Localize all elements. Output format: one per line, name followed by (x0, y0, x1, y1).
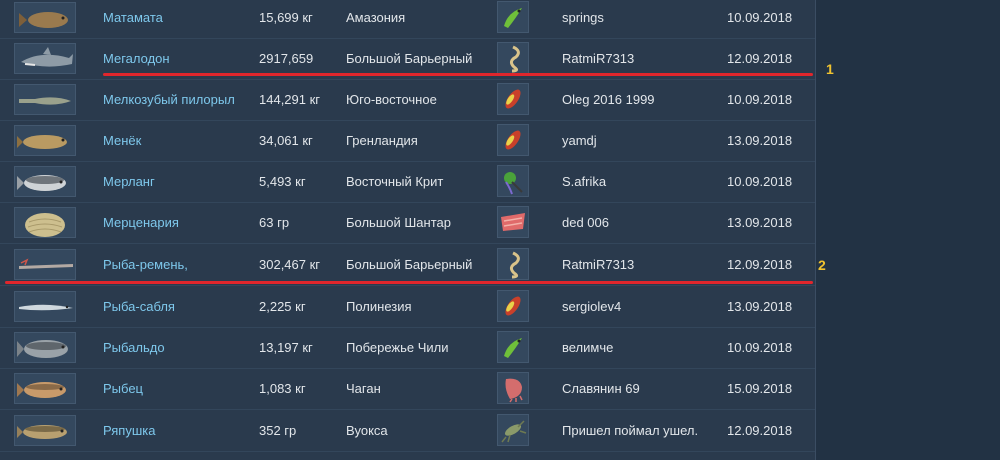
weight-value: 13,197 кг (259, 340, 313, 355)
whiting-fish-icon (14, 166, 76, 197)
megalodon-shark-icon (14, 43, 76, 74)
table-row: Ряпушка 352 гр Вуокса Пришел поймал ушел… (0, 410, 815, 452)
weight-value: 63 гр (259, 215, 290, 230)
table-row: Мерценария 63 гр Большой Шантар ded 006 … (0, 202, 815, 244)
catch-date: 10.09.2018 (727, 92, 793, 107)
catch-date: 13.09.2018 (727, 215, 793, 230)
location-value: Большой Шантар (346, 215, 451, 230)
catch-date: 10.09.2018 (727, 10, 793, 25)
location-value: Амазония (346, 10, 406, 25)
location-value: Юго-восточное (346, 92, 437, 107)
fish-name-link[interactable]: Рыбец (103, 368, 143, 409)
location-value: Гренландия (346, 133, 418, 148)
weight-value: 144,291 кг (259, 92, 321, 107)
sawfish-icon (14, 84, 76, 115)
catch-date: 15.09.2018 (727, 381, 793, 396)
fish-name-link[interactable]: Рыбальдо (103, 327, 165, 368)
location-value: Побережье Чили (346, 340, 449, 355)
oarfish-icon (14, 249, 76, 280)
weight-value: 352 гр (259, 423, 297, 438)
green-soft-lure-icon (497, 1, 529, 33)
angler-name: RatmiR7313 (562, 257, 635, 272)
catch-date: 12.09.2018 (727, 423, 793, 438)
red-wobbler-icon (497, 83, 529, 115)
angler-name: велимче (562, 340, 614, 355)
matamata-fish-icon (14, 2, 76, 33)
spiral-eel-bait-icon (497, 42, 529, 74)
location-value: Полинезия (346, 299, 412, 314)
catch-date: 13.09.2018 (727, 299, 793, 314)
clam-shell-icon (14, 207, 76, 238)
table-row: Мерланг 5,493 кг Восточный Крит S.afrika… (0, 161, 815, 203)
fish-name-link[interactable]: Рыба-ремень, (103, 244, 188, 285)
grasshopper-bait-icon (497, 414, 529, 446)
angler-name: Oleg 2016 1999 (562, 92, 655, 107)
angler-name: S.afrika (562, 174, 607, 189)
weight-value: 34,061 кг (259, 133, 313, 148)
angler-name: sergiolev4 (562, 299, 622, 314)
angler-name: springs (562, 10, 604, 25)
location-value: Восточный Крит (346, 174, 444, 189)
annotation-marker: 1 (826, 61, 834, 77)
annotation-marker: 2 (818, 257, 826, 273)
vimba-fish-icon (14, 373, 76, 404)
table-row: Рыбец 1,083 кг Чаган Славянин 69 15.09.2… (0, 368, 815, 410)
catch-date: 10.09.2018 (727, 174, 793, 189)
fish-name-link[interactable]: Мелкозубый пилорыл (103, 79, 235, 120)
highlight-underline (103, 73, 813, 76)
vendace-fish-icon (14, 415, 76, 446)
catch-date: 13.09.2018 (727, 133, 793, 148)
fish-name-link[interactable]: Ряпушка (103, 410, 155, 451)
weight-value: 1,083 кг (259, 381, 306, 396)
catch-date: 12.09.2018 (727, 257, 793, 272)
catch-date: 10.09.2018 (727, 340, 793, 355)
table-row: Рыбальдо 13,197 кг Побережье Чили велимч… (0, 327, 815, 369)
cutlassfish-icon (14, 291, 76, 322)
rubaldo-fish-icon (14, 332, 76, 363)
angler-name: ded 006 (562, 215, 609, 230)
records-table: Матамата 15,699 кг Амазония springs 10.0… (0, 0, 816, 460)
angler-name: Славянин 69 (562, 381, 640, 396)
red-wobbler-icon (497, 290, 529, 322)
burbot-fish-icon (14, 125, 76, 156)
table-row: Менёк 34,061 кг Гренландия yamdj 13.09.2… (0, 120, 815, 162)
fish-name-link[interactable]: Рыба-сабля (103, 286, 175, 327)
location-value: Вуокса (346, 423, 388, 438)
table-row: Рыба-ремень, 302,467 кг Большой Барьерны… (0, 244, 815, 286)
weight-value: 2,225 кг (259, 299, 306, 314)
fish-name-link[interactable]: Менёк (103, 120, 141, 161)
table-row: Рыба-сабля 2,225 кг Полинезия sergiolev4… (0, 286, 815, 328)
red-wobbler-icon (497, 124, 529, 156)
angler-name: Пришел поймал ушел. (562, 423, 699, 438)
fish-fillet-bait-icon (497, 206, 529, 238)
fish-name-link[interactable]: Мерценария (103, 202, 179, 243)
fish-name-link[interactable]: Матамата (103, 0, 163, 38)
green-soft-lure-icon (497, 331, 529, 363)
weight-value: 15,699 кг (259, 10, 313, 25)
table-row: Мелкозубый пилорыл 144,291 кг Юго-восточ… (0, 79, 815, 121)
location-value: Чаган (346, 381, 381, 396)
right-sidebar (816, 0, 1000, 460)
squid-bait-icon (497, 372, 529, 404)
angler-name: yamdj (562, 133, 597, 148)
fish-name-link[interactable]: Мерланг (103, 161, 155, 202)
location-value: Большой Барьерный (346, 257, 473, 272)
weight-value: 302,467 кг (259, 257, 321, 272)
green-jig-icon (497, 165, 529, 197)
spiral-eel-bait-icon (497, 248, 529, 280)
highlight-underline (5, 281, 813, 284)
table-row: Матамата 15,699 кг Амазония springs 10.0… (0, 0, 815, 39)
weight-value: 5,493 кг (259, 174, 306, 189)
